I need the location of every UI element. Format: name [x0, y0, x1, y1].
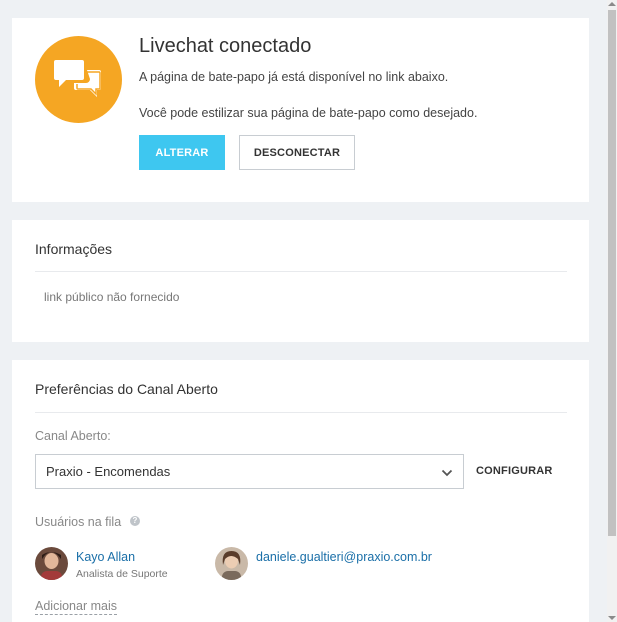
adicionar-mais-link[interactable]: Adicionar mais — [35, 599, 117, 615]
queue-user: daniele.gualtieri@praxio.com.br — [215, 547, 475, 581]
preferencias-title: Preferências do Canal Aberto — [35, 381, 218, 397]
avatar — [35, 547, 68, 580]
preferencias-card: Preferências do Canal Aberto Canal Abert… — [12, 360, 589, 622]
styling-hint-text: Você pode estilizar sua página de bate-p… — [139, 106, 478, 120]
scroll-down-icon[interactable] — [608, 616, 616, 620]
usuarios-fila-label: Usuários na fila — [35, 515, 122, 529]
canal-aberto-label: Canal Aberto: — [35, 429, 111, 443]
public-link-text: link público não fornecido — [44, 290, 180, 304]
scroll-up-icon[interactable] — [608, 2, 616, 6]
link-availability-text: A página de bate-papo já está disponível… — [139, 70, 449, 84]
desconectar-button[interactable]: DESCONECTAR — [239, 135, 355, 170]
informacoes-title: Informações — [35, 241, 113, 257]
informacoes-card: Informações link público não fornecido — [12, 220, 589, 342]
user-email[interactable]: daniele.gualtieri@praxio.com.br — [256, 550, 432, 564]
alterar-button[interactable]: ALTERAR — [139, 135, 225, 170]
user-name[interactable]: Kayo Allan — [76, 550, 135, 564]
scroll-thumb[interactable] — [608, 10, 616, 536]
divider — [35, 271, 567, 272]
canal-aberto-selected-value: Praxio - Encomendas — [46, 464, 171, 479]
help-icon[interactable]: ? — [130, 516, 140, 526]
divider — [35, 412, 567, 413]
avatar — [215, 547, 248, 580]
chevron-down-icon — [441, 466, 453, 484]
canal-aberto-select[interactable]: Praxio - Encomendas — [35, 454, 464, 489]
livechat-status-card: Livechat conectado A página de bate-papo… — [12, 18, 589, 202]
vertical-scrollbar[interactable] — [607, 0, 617, 622]
page-title: Livechat conectado — [139, 35, 312, 57]
queue-user: Kayo Allan Analista de Suporte — [35, 547, 205, 581]
configurar-button[interactable]: CONFIGURAR — [476, 465, 553, 477]
page-viewport: Livechat conectado A página de bate-papo… — [0, 0, 607, 622]
user-role: Analista de Suporte — [76, 568, 168, 580]
chat-bubbles-icon — [35, 36, 122, 123]
